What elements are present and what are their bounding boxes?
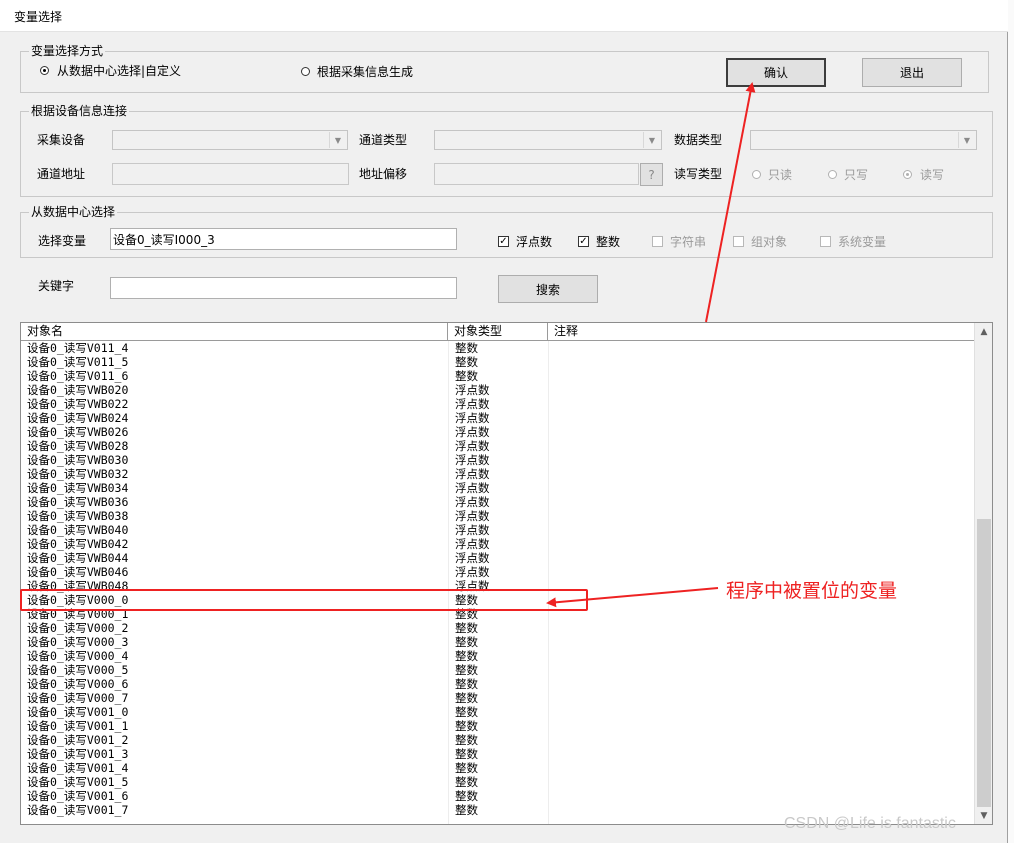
watermark: CSDN @Life is fantastic	[784, 815, 956, 832]
arrow-to-confirm	[705, 82, 756, 323]
background-window-edge	[1008, 0, 1014, 843]
annotation-arrows	[546, 82, 756, 608]
arrow-to-highlight	[546, 587, 719, 608]
annotation-text: 程序中被置位的变量	[726, 580, 898, 602]
variable-select-dialog: 变量选择 变量选择方式 从数据中心选择|自定义 根据采集信息生成 确认 退出 根…	[0, 0, 1008, 843]
